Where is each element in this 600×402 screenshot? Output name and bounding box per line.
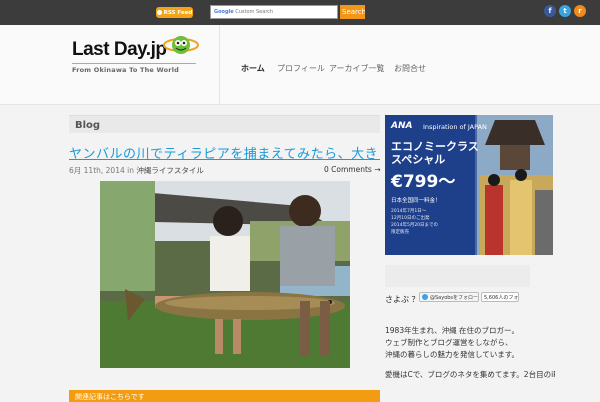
- ad-dates-line-1: 2014年7月1日～: [391, 209, 427, 214]
- rss-icon: [156, 10, 162, 15]
- ad-dates: 2014年7月1日～ 12月10日のご出発 2014年5月20日までの 限定販売: [391, 208, 438, 236]
- nav-contact[interactable]: お問合せ: [394, 63, 426, 74]
- ad-airline-logo: ANA: [391, 121, 413, 131]
- twitter-bird-icon: [422, 294, 428, 300]
- nav-profile[interactable]: プロフィール: [277, 63, 325, 74]
- search-brand: Google: [214, 9, 234, 15]
- ad-headline: エコノミークラス スペシャル: [391, 140, 479, 166]
- author-bio-line-2: ウェブ制作とブログ運営をしながら、: [385, 338, 513, 347]
- twitter-follower-count[interactable]: 5,606人のフォロワー: [481, 292, 519, 302]
- facebook-icon[interactable]: f: [544, 5, 556, 17]
- search-placeholder: Custom Search: [235, 9, 274, 15]
- nav-archive[interactable]: アーカイブ一覧: [329, 63, 385, 74]
- ad-tagline: Inspiration of JAPAN: [423, 123, 487, 131]
- post-in: in: [127, 166, 134, 175]
- author-bio-line-4: 愛機はCで、ブログのネタを集めてます。2台目のiPhoneは: [385, 370, 555, 379]
- widget-separator: [385, 265, 530, 287]
- site-logo-subtitle: From Okinawa To The World: [72, 66, 179, 74]
- ad-fare-note: 日本全国同一料金！: [391, 198, 441, 204]
- rss-feed-button[interactable]: RSS Feed: [156, 7, 193, 18]
- comments-link[interactable]: 0 Comments →: [324, 165, 380, 174]
- rss-social-icon[interactable]: r: [574, 5, 586, 17]
- post-category-link[interactable]: 沖縄ライフスタイル: [136, 166, 204, 175]
- fishing-photo-image: [100, 181, 350, 368]
- site-header: Last Day.jp From Okinawa To The World ホー…: [0, 25, 600, 105]
- ad-dates-line-3: 2014年5月20日までの: [391, 223, 439, 228]
- twitter-follow-button[interactable]: @Sayobsをフォロー: [419, 292, 479, 302]
- search-input[interactable]: Google Custom Search: [210, 5, 338, 19]
- nav-home[interactable]: ホーム: [241, 63, 265, 74]
- related-posts-bar: 関連記事はこちらです: [69, 390, 380, 402]
- ad-headline-line-1: エコノミークラス: [391, 140, 479, 153]
- section-title: Blog: [69, 115, 380, 133]
- ad-headline-line-2: スペシャル: [391, 153, 446, 166]
- author-bio-line-3: 沖縄の暮らしの魅力を発信しています。: [385, 350, 520, 359]
- ad-dates-line-2: 12月10日のご出発: [391, 216, 430, 221]
- globe-mascot-icon: [163, 36, 199, 54]
- top-bar: RSS Feed Google Custom Search Search f t…: [0, 0, 600, 25]
- logo-underline: [72, 63, 196, 64]
- ad-dates-line-4: 限定販売: [391, 230, 409, 235]
- post-meta: 6月 11th, 2014 in 沖縄ライフスタイル: [69, 165, 204, 176]
- ad-price: €799～: [391, 172, 456, 192]
- post-date: 6月 11th, 2014: [69, 166, 125, 175]
- twitter-icon[interactable]: t: [559, 5, 571, 17]
- ana-advertisement[interactable]: ANA Inspiration of JAPAN エコノミークラス スペシャル …: [385, 115, 553, 255]
- twitter-follow-label: @Sayobsをフォロー: [430, 294, 479, 301]
- post-photo[interactable]: [100, 181, 350, 368]
- post-title-link[interactable]: ヤンバルの川でティラピアを捕まえてみたら、大きさにびっくりした話をしよう: [69, 143, 380, 162]
- header-divider: [219, 25, 220, 105]
- rss-feed-label: RSS Feed: [163, 9, 193, 16]
- site-logo-title[interactable]: Last Day.jp: [72, 39, 167, 61]
- author-bio-line-1: 1983年生まれ、沖縄 在住のブロガー。: [385, 326, 519, 335]
- search-button[interactable]: Search: [340, 5, 365, 19]
